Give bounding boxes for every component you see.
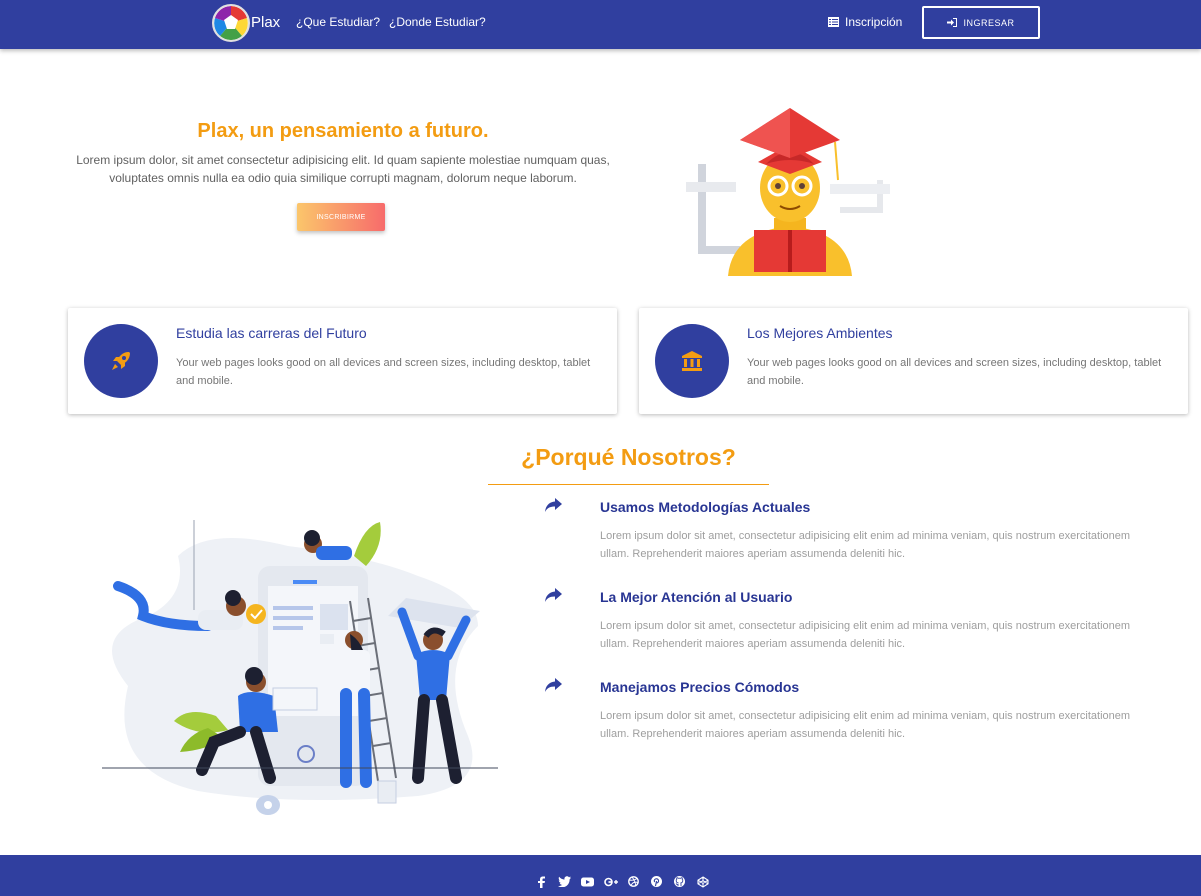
- why-us-title: ¿Porqué Nosotros?: [521, 444, 736, 470]
- nav-link-que-estudiar[interactable]: ¿Que Estudiar?: [296, 15, 380, 29]
- team-illustration: [102, 520, 498, 815]
- navbar: Plax ¿Que Estudiar? ¿Donde Estudiar? Ins…: [0, 0, 1201, 49]
- feature-icon-circle: [84, 324, 158, 398]
- plax-logo[interactable]: [212, 4, 250, 42]
- feature-text: Your web pages looks good on all devices…: [176, 357, 591, 387]
- codepen-icon[interactable]: [695, 875, 710, 888]
- why-item-title: Usamos Metodologías Actuales: [600, 499, 811, 515]
- github-icon[interactable]: [672, 875, 687, 888]
- why-item-text: Lorem ipsum dolor sit amet, consectetur …: [600, 530, 1131, 560]
- hero-text: Lorem ipsum dolor, sit amet consectetur …: [76, 153, 610, 185]
- why-item-title: Manejamos Precios Cómodos: [600, 679, 800, 695]
- why-item-text: Lorem ipsum dolor sit amet, consectetur …: [600, 710, 1131, 740]
- share-arrow-icon: [545, 498, 562, 512]
- share-arrow-icon: [545, 678, 562, 692]
- feature-icon-circle: [655, 324, 729, 398]
- facebook-icon[interactable]: [534, 875, 549, 888]
- dribbble-icon[interactable]: [626, 875, 641, 888]
- enroll-button[interactable]: INSCRIBIRME: [297, 203, 385, 231]
- feature-text: Your web pages looks good on all devices…: [747, 357, 1162, 387]
- google-plus-icon[interactable]: [603, 875, 618, 888]
- why-item-title: La Mejor Atención al Usuario: [600, 589, 793, 605]
- login-label: INGRESAR: [963, 17, 1015, 28]
- youtube-icon[interactable]: [580, 875, 595, 888]
- bank-icon: [682, 351, 702, 371]
- why-item: Manejamos Precios Cómodos Lorem ipsum do…: [540, 677, 1160, 757]
- feature-title: Los Mejores Ambientes: [747, 325, 893, 341]
- hero-title: Plax, un pensamiento a futuro.: [197, 120, 489, 142]
- login-button[interactable]: INGRESAR: [922, 6, 1040, 39]
- signup-label: Inscripción: [845, 15, 903, 29]
- nav-link-donde-estudiar[interactable]: ¿Donde Estudiar?: [389, 15, 486, 29]
- graduate-illustration: [686, 108, 890, 276]
- feature-card-environments: Los Mejores Ambientes Your web pages loo…: [639, 308, 1188, 414]
- rocket-icon: [112, 352, 130, 370]
- share-arrow-icon: [545, 588, 562, 602]
- brand-name[interactable]: Plax: [251, 14, 280, 31]
- why-item: Usamos Metodologías Actuales Lorem ipsum…: [540, 497, 1160, 577]
- pinterest-icon[interactable]: [649, 875, 664, 888]
- sign-in-icon: [947, 18, 958, 27]
- twitter-icon[interactable]: [557, 875, 572, 888]
- why-item: La Mejor Atención al Usuario Lorem ipsum…: [540, 587, 1160, 667]
- feature-title: Estudia las carreras del Futuro: [176, 325, 367, 341]
- signup-link[interactable]: Inscripción: [828, 15, 902, 29]
- social-links: [534, 875, 710, 888]
- feature-card-careers: Estudia las carreras del Futuro Your web…: [68, 308, 617, 414]
- why-item-text: Lorem ipsum dolor sit amet, consectetur …: [600, 620, 1131, 650]
- list-icon: [828, 17, 839, 27]
- why-us-divider: [488, 484, 769, 485]
